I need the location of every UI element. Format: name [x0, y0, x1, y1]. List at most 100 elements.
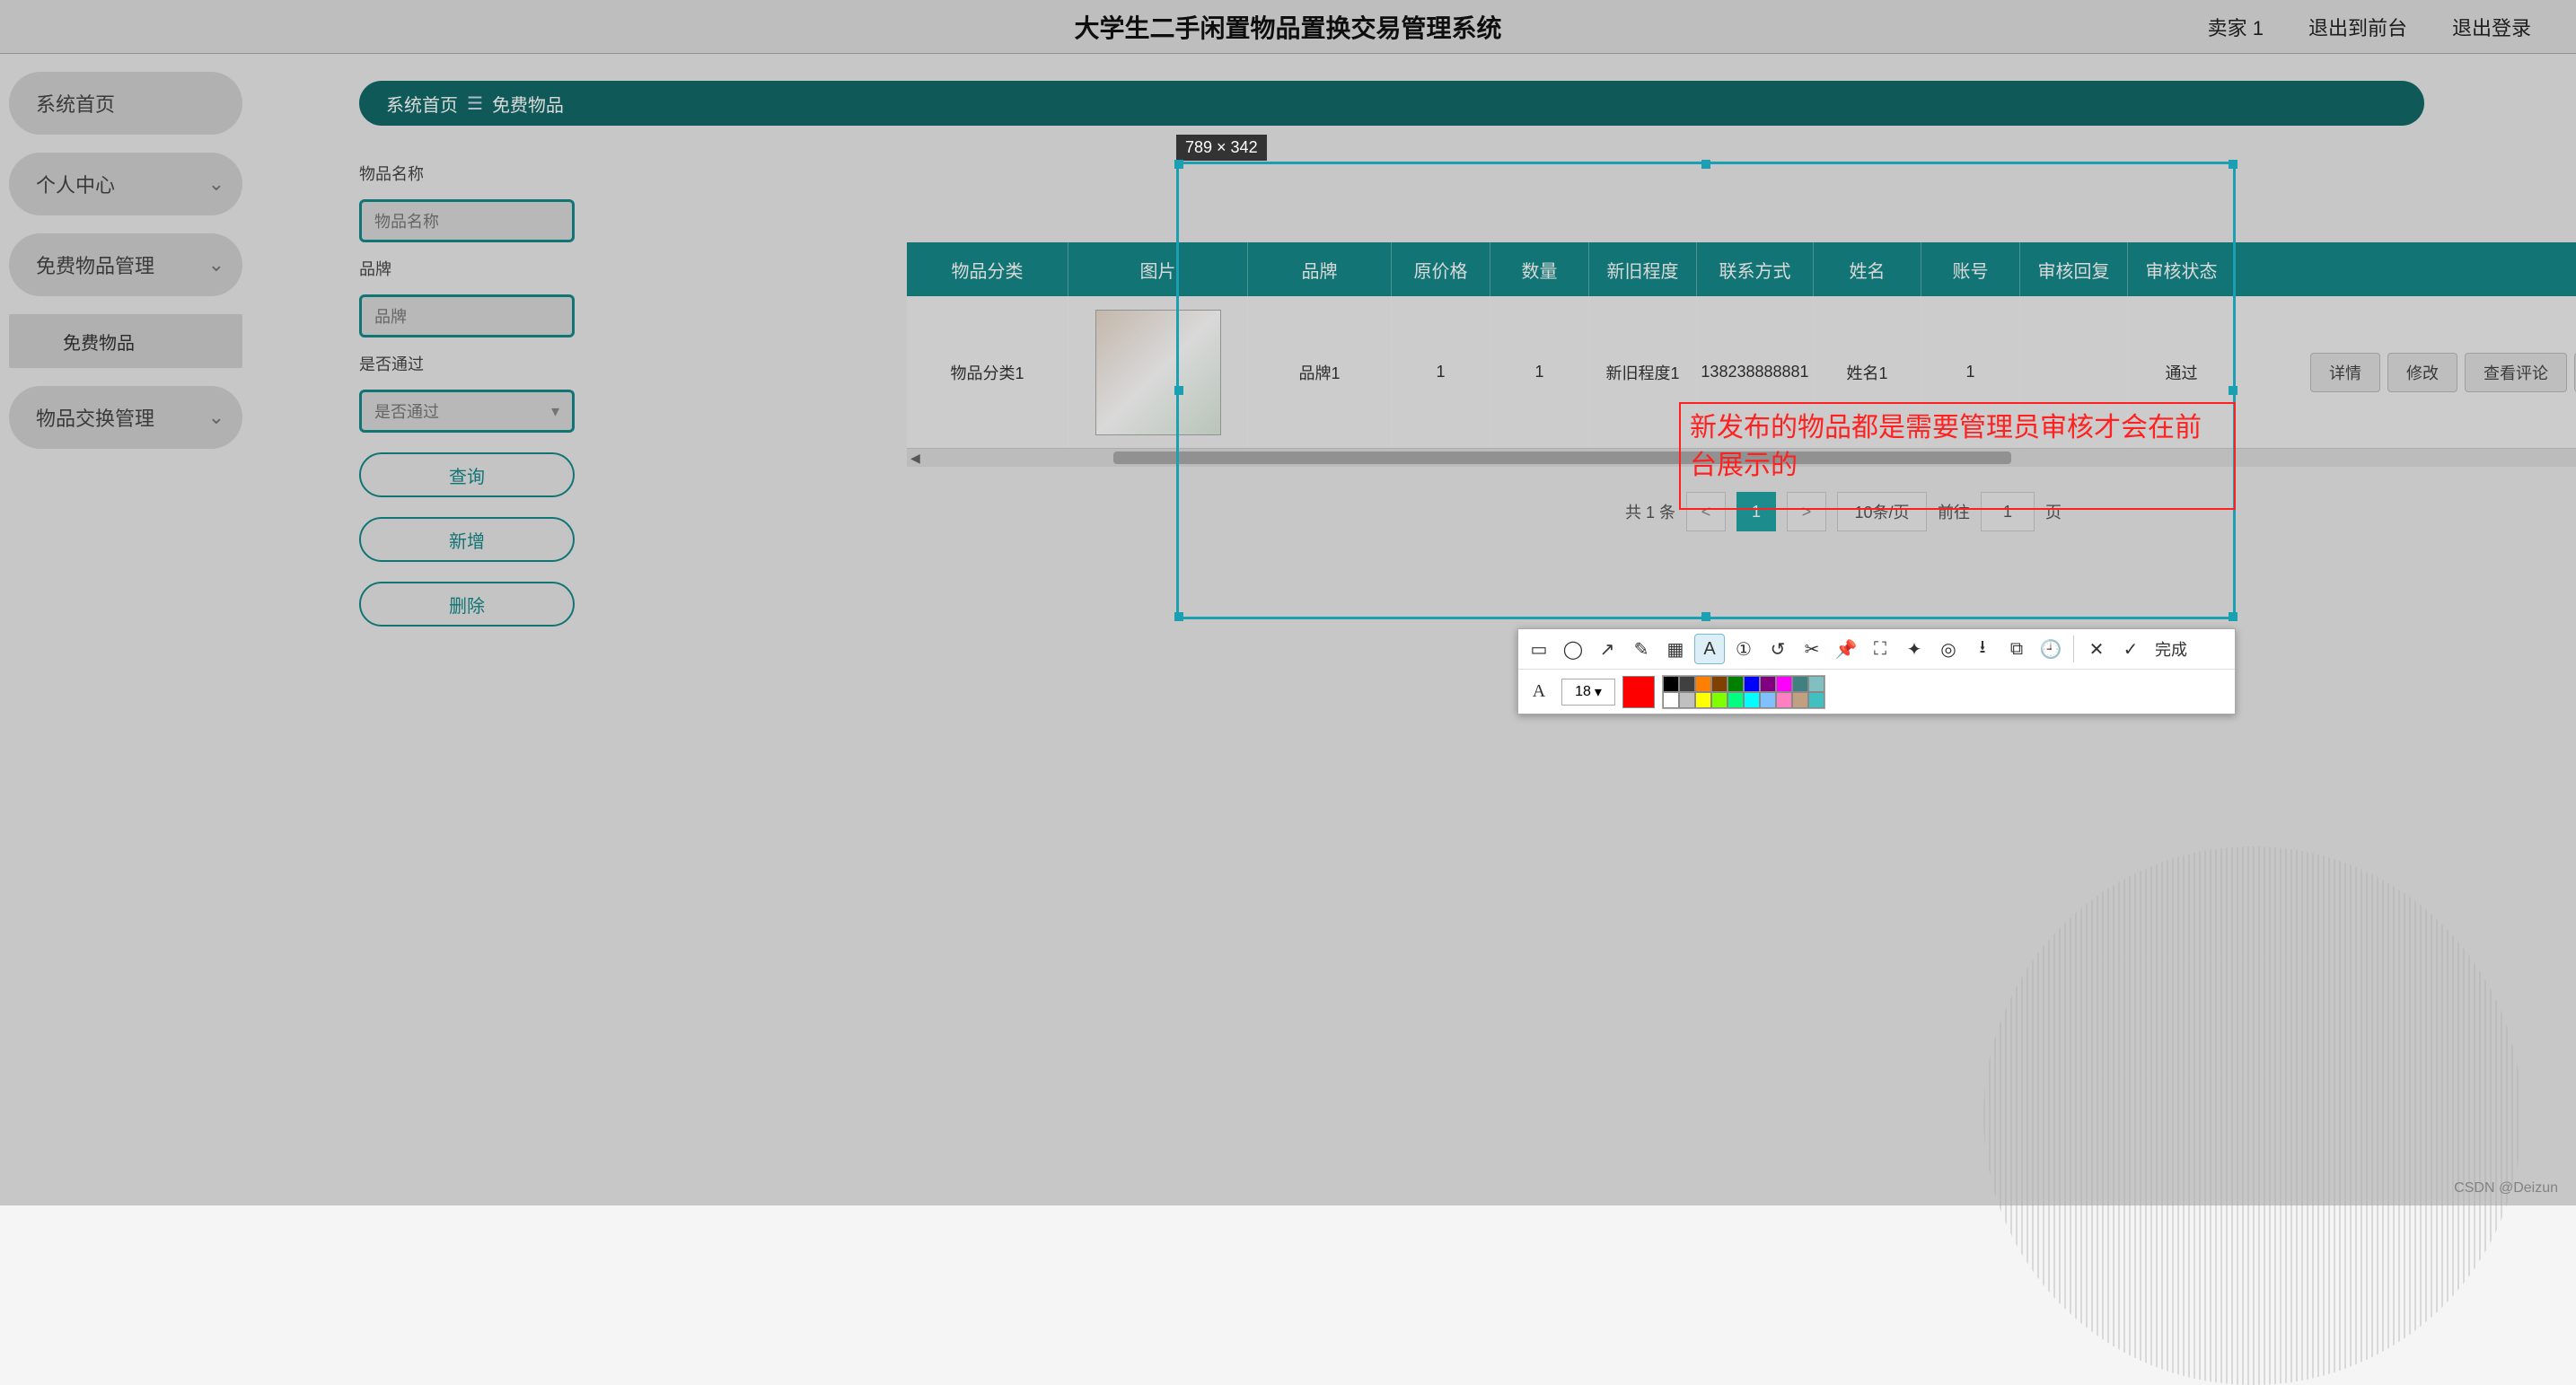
- chevron-down-icon: ⌄: [208, 253, 224, 276]
- filter-name-input[interactable]: 物品名称: [359, 199, 575, 242]
- color-swatch[interactable]: [1695, 676, 1711, 692]
- sidebar-item-personal[interactable]: 个人中心⌄: [9, 153, 242, 215]
- color-swatch[interactable]: [1744, 692, 1760, 708]
- snip-toolbar: ▭ ◯ ↗ ✎ ▦ A ① ↺ ✂ 📌 ⛶ ✦ ◎ ⭳ ⧉ 🕘 ✕ ✓ 完成 A…: [1517, 628, 2236, 714]
- font-size-select[interactable]: 18▾: [1561, 679, 1615, 706]
- color-swatch[interactable]: [1711, 692, 1728, 708]
- color-swatch[interactable]: [1679, 692, 1695, 708]
- filter-name-label: 物品名称: [359, 162, 575, 185]
- color-palette: [1662, 675, 1825, 709]
- app-dimmed-layer: 大学生二手闲置物品置换交易管理系统 卖家 1 退出到前台 退出登录 系统首页 个…: [0, 0, 2576, 1205]
- mosaic-icon[interactable]: ▦: [1660, 634, 1691, 664]
- color-swatch[interactable]: [1663, 692, 1679, 708]
- th-orig-price: 原价格: [1392, 242, 1490, 296]
- table-header: 物品分类 图片 品牌 原价格 数量 新旧程度 联系方式 姓名 账号 审核回复 审…: [907, 242, 2576, 296]
- snip-toolbar-row2: A 18▾: [1518, 669, 2235, 714]
- op-edit-button[interactable]: 修改: [2387, 353, 2457, 392]
- filter-pass-label: 是否通过: [359, 352, 575, 375]
- breadcrumb: 系统首页 ☰ 免费物品: [359, 81, 2424, 126]
- rect-icon[interactable]: ▭: [1524, 634, 1554, 664]
- chevron-down-icon: ⌄: [208, 172, 224, 196]
- text-icon[interactable]: A: [1694, 634, 1725, 664]
- th-qty: 数量: [1490, 242, 1589, 296]
- th-brand: 品牌: [1248, 242, 1392, 296]
- close-icon[interactable]: ✕: [2081, 634, 2112, 664]
- color-swatch[interactable]: [1679, 676, 1695, 692]
- pager-total: 共 1 条: [1625, 500, 1675, 523]
- td-orig-price: 1: [1392, 296, 1490, 448]
- th-ops: 操作: [2236, 242, 2576, 296]
- color-swatch[interactable]: [1776, 692, 1792, 708]
- th-account: 账号: [1921, 242, 2020, 296]
- sidebar-item-exchange-mgmt[interactable]: 物品交换管理⌄: [9, 386, 242, 449]
- expand-icon[interactable]: ⛶: [1865, 634, 1895, 664]
- op-view-comments-button[interactable]: 查看评论: [2465, 353, 2567, 392]
- history-icon[interactable]: 🕘: [2035, 634, 2066, 664]
- color-swatch[interactable]: [1663, 676, 1679, 692]
- th-condition: 新旧程度: [1589, 242, 1697, 296]
- th-contact: 联系方式: [1697, 242, 1814, 296]
- color-swatch[interactable]: [1808, 676, 1824, 692]
- th-category: 物品分类: [907, 242, 1068, 296]
- color-swatch[interactable]: [1776, 676, 1792, 692]
- scroll-left-icon[interactable]: ◀: [910, 451, 920, 466]
- td-image: [1068, 296, 1248, 448]
- filter-brand-input[interactable]: 品牌: [359, 294, 575, 337]
- color-swatch[interactable]: [1711, 676, 1728, 692]
- breadcrumb-home[interactable]: 系统首页: [386, 91, 458, 117]
- filter-pass-select[interactable]: 是否通过 ▾: [359, 390, 575, 433]
- td-qty: 1: [1490, 296, 1589, 448]
- download-icon[interactable]: ⭳: [1967, 634, 1998, 664]
- query-button[interactable]: 查询: [359, 452, 575, 497]
- app-title: 大学生二手闲置物品置换交易管理系统: [1074, 9, 1501, 45]
- color-swatch[interactable]: [1808, 692, 1824, 708]
- annotation-text-box[interactable]: 新发布的物品都是需要管理员审核才会在前台展示的: [1679, 402, 2236, 510]
- pin-icon[interactable]: 📌: [1831, 634, 1861, 664]
- pin2-icon[interactable]: ✦: [1899, 634, 1930, 664]
- snip-toolbar-row1: ▭ ◯ ↗ ✎ ▦ A ① ↺ ✂ 📌 ⛶ ✦ ◎ ⭳ ⧉ 🕘 ✕ ✓ 完成: [1518, 629, 2235, 669]
- undo-icon[interactable]: ↺: [1763, 634, 1793, 664]
- confirm-icon[interactable]: ✓: [2115, 634, 2146, 664]
- sidebar-subitem-free-items[interactable]: 免费物品: [9, 314, 242, 368]
- target-icon[interactable]: ◎: [1933, 634, 1964, 664]
- color-swatch[interactable]: [1792, 692, 1808, 708]
- chevron-down-icon: ▾: [551, 402, 559, 421]
- th-name: 姓名: [1814, 242, 1921, 296]
- color-swatch[interactable]: [1744, 676, 1760, 692]
- breadcrumb-sep: ☰: [467, 92, 483, 115]
- td-category: 物品分类1: [907, 296, 1068, 448]
- add-button[interactable]: 新增: [359, 517, 575, 562]
- watermark: CSDN @Deizun: [2454, 1180, 2558, 1197]
- filter-panel: 物品名称 物品名称 品牌 品牌 是否通过 是否通过 ▾ 查询 新增 删除: [359, 162, 575, 627]
- scissors-icon[interactable]: ✂: [1797, 634, 1827, 664]
- decorative-circle: [1983, 846, 2522, 1385]
- color-swatch[interactable]: [1760, 676, 1776, 692]
- product-thumbnail[interactable]: [1095, 310, 1221, 435]
- td-ops: 详情 修改 查看评论 删除: [2236, 296, 2576, 448]
- color-swatch[interactable]: [1695, 692, 1711, 708]
- sidebar-item-home[interactable]: 系统首页: [9, 72, 242, 135]
- color-swatch[interactable]: [1728, 676, 1744, 692]
- copy-icon[interactable]: ⧉: [2001, 634, 2032, 664]
- op-detail-button[interactable]: 详情: [2310, 353, 2380, 392]
- arrow-icon[interactable]: ↗: [1592, 634, 1622, 664]
- th-image: 图片: [1068, 242, 1248, 296]
- user-label[interactable]: 卖家 1: [2208, 13, 2264, 41]
- ellipse-icon[interactable]: ◯: [1558, 634, 1588, 664]
- pencil-icon[interactable]: ✎: [1626, 634, 1657, 664]
- th-review-status: 审核状态: [2128, 242, 2236, 296]
- sidebar-item-free-mgmt[interactable]: 免费物品管理⌄: [9, 233, 242, 296]
- logout-link[interactable]: 退出登录: [2452, 13, 2531, 41]
- color-swatch[interactable]: [1760, 692, 1776, 708]
- delete-button[interactable]: 删除: [359, 582, 575, 627]
- topbar: 大学生二手闲置物品置换交易管理系统 卖家 1 退出到前台 退出登录: [0, 0, 2576, 54]
- serial-icon[interactable]: ①: [1728, 634, 1759, 664]
- chevron-down-icon: ▾: [1595, 683, 1602, 701]
- color-swatch[interactable]: [1792, 676, 1808, 692]
- color-swatch[interactable]: [1728, 692, 1744, 708]
- current-color-swatch[interactable]: [1622, 676, 1655, 708]
- done-button[interactable]: 完成: [2150, 637, 2193, 661]
- to-frontend-link[interactable]: 退出到前台: [2308, 13, 2407, 41]
- td-brand: 品牌1: [1248, 296, 1392, 448]
- snip-size-badge: 789 × 342: [1176, 135, 1267, 161]
